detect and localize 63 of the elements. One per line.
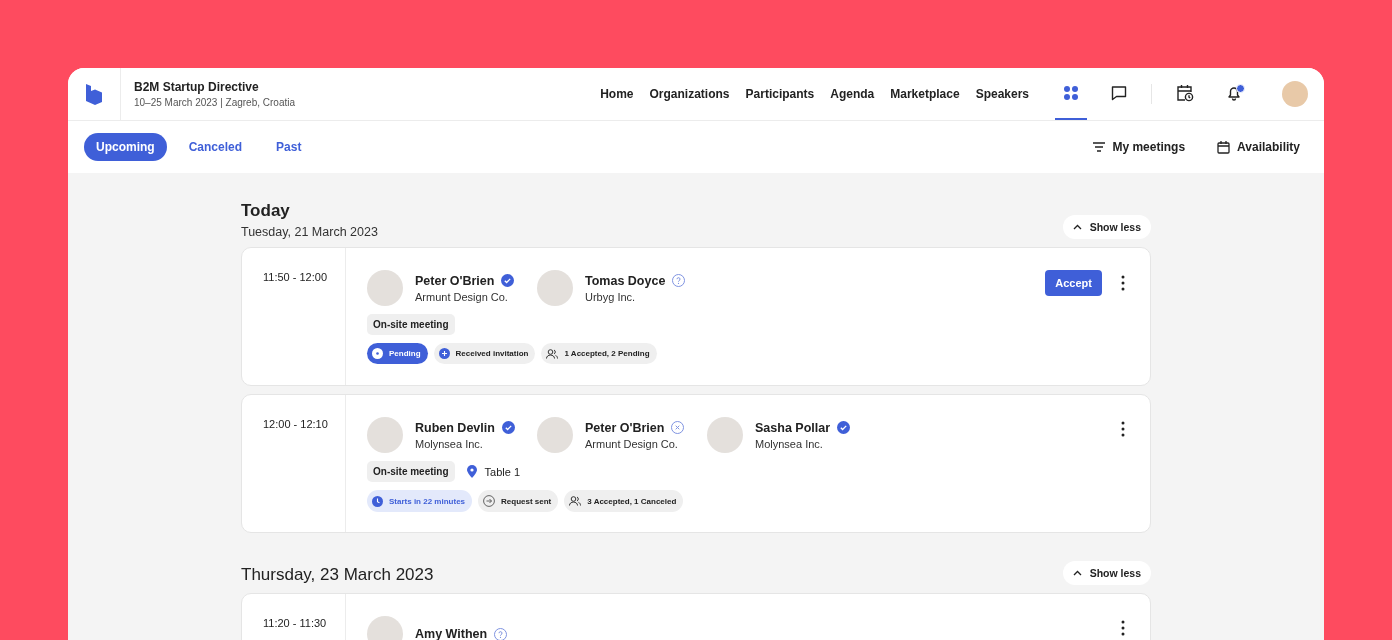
caret-up-icon <box>1072 224 1082 230</box>
availability-button[interactable]: Availability <box>1217 140 1300 154</box>
status-chip: Pending <box>367 343 428 364</box>
chat-icon[interactable] <box>1111 85 1127 101</box>
people-icon <box>569 496 582 506</box>
participant-company: Molynsea Inc. <box>415 437 484 450</box>
participant-company: Armunt Design Co. <box>415 290 509 303</box>
nav-link[interactable]: Speakers <box>975 87 1029 101</box>
accept-button[interactable]: Accept <box>1045 270 1102 296</box>
grid-icon[interactable] <box>1063 85 1079 101</box>
status-chip: Received invitation <box>433 343 536 364</box>
meeting-location: Table 1 <box>484 465 521 478</box>
avatar <box>367 270 403 306</box>
meeting-time: 12:00 - 12:10 <box>242 395 346 532</box>
tab[interactable]: Canceled <box>176 133 255 161</box>
meeting-type-tag: On-site meeting <box>367 314 455 335</box>
avatar <box>537 270 573 306</box>
event-title: B2M Startup Directive <box>134 80 260 94</box>
avatar <box>367 417 403 453</box>
participant-company: Urbyg Inc. <box>585 290 637 303</box>
meeting-type-tag: On-site meeting <box>367 461 455 482</box>
location-pin-icon <box>466 465 477 478</box>
status-chip: 3 Accepted, 1 Canceled <box>564 490 684 512</box>
participant-name: Ruben Devlin <box>415 420 495 435</box>
participant-name: Tomas Doyce <box>585 273 666 288</box>
nav-link[interactable]: Marketplace <box>890 87 960 101</box>
participant-name: Sasha Pollar <box>755 420 831 435</box>
section-title: Thursday, 23 March 2023 <box>241 565 434 585</box>
clock-icon <box>372 495 383 507</box>
meeting-time: 11:50 - 12:00 <box>242 248 346 385</box>
tab[interactable]: Upcoming <box>84 133 167 161</box>
avatar <box>707 417 743 453</box>
nav-link[interactable]: Agenda <box>830 87 875 101</box>
logo-icon <box>84 83 104 105</box>
participant-company: Armunt Design Co. <box>585 437 679 450</box>
participant-name: Amy Withen <box>415 627 488 640</box>
meeting-time: 11:20 - 11:30 <box>242 594 346 640</box>
avatar <box>537 417 573 453</box>
participant-name: Peter O'Brien <box>585 420 665 435</box>
nav-link[interactable]: Organizations <box>649 87 730 101</box>
my-meetings-button[interactable]: My meetings <box>1093 140 1186 154</box>
show-less-button[interactable]: Show less <box>1062 215 1151 239</box>
show-less-button[interactable]: Show less <box>1062 561 1151 585</box>
calendar-clock-icon[interactable] <box>1176 84 1194 102</box>
participant-company: Molynsea Inc. <box>755 437 824 450</box>
status-chip: 1 Accepted, 2 Pending <box>541 343 657 364</box>
event-details: 10–25 March 2023 | Zagreb, Croatia <box>134 97 297 108</box>
calendar-icon <box>1217 140 1231 154</box>
status-chip: Starts in 22 minutes <box>367 490 473 512</box>
section-title: Today <box>241 201 291 221</box>
arrow-circle-icon <box>483 495 496 507</box>
status-chip: Request sent <box>478 490 559 512</box>
notification-dot <box>1236 84 1245 93</box>
caret-up-icon <box>1072 570 1082 576</box>
filter-icon <box>1093 142 1106 152</box>
people-icon <box>546 348 559 359</box>
bell-icon[interactable] <box>1226 85 1242 101</box>
participant-name: Peter O'Brien <box>415 273 495 288</box>
section-date: Tuesday, 21 March 2023 <box>241 225 378 239</box>
nav-link[interactable]: Home <box>600 87 634 101</box>
nav-link[interactable]: Participants <box>745 87 815 101</box>
tab[interactable]: Past <box>264 133 314 161</box>
plus-icon <box>438 348 450 359</box>
